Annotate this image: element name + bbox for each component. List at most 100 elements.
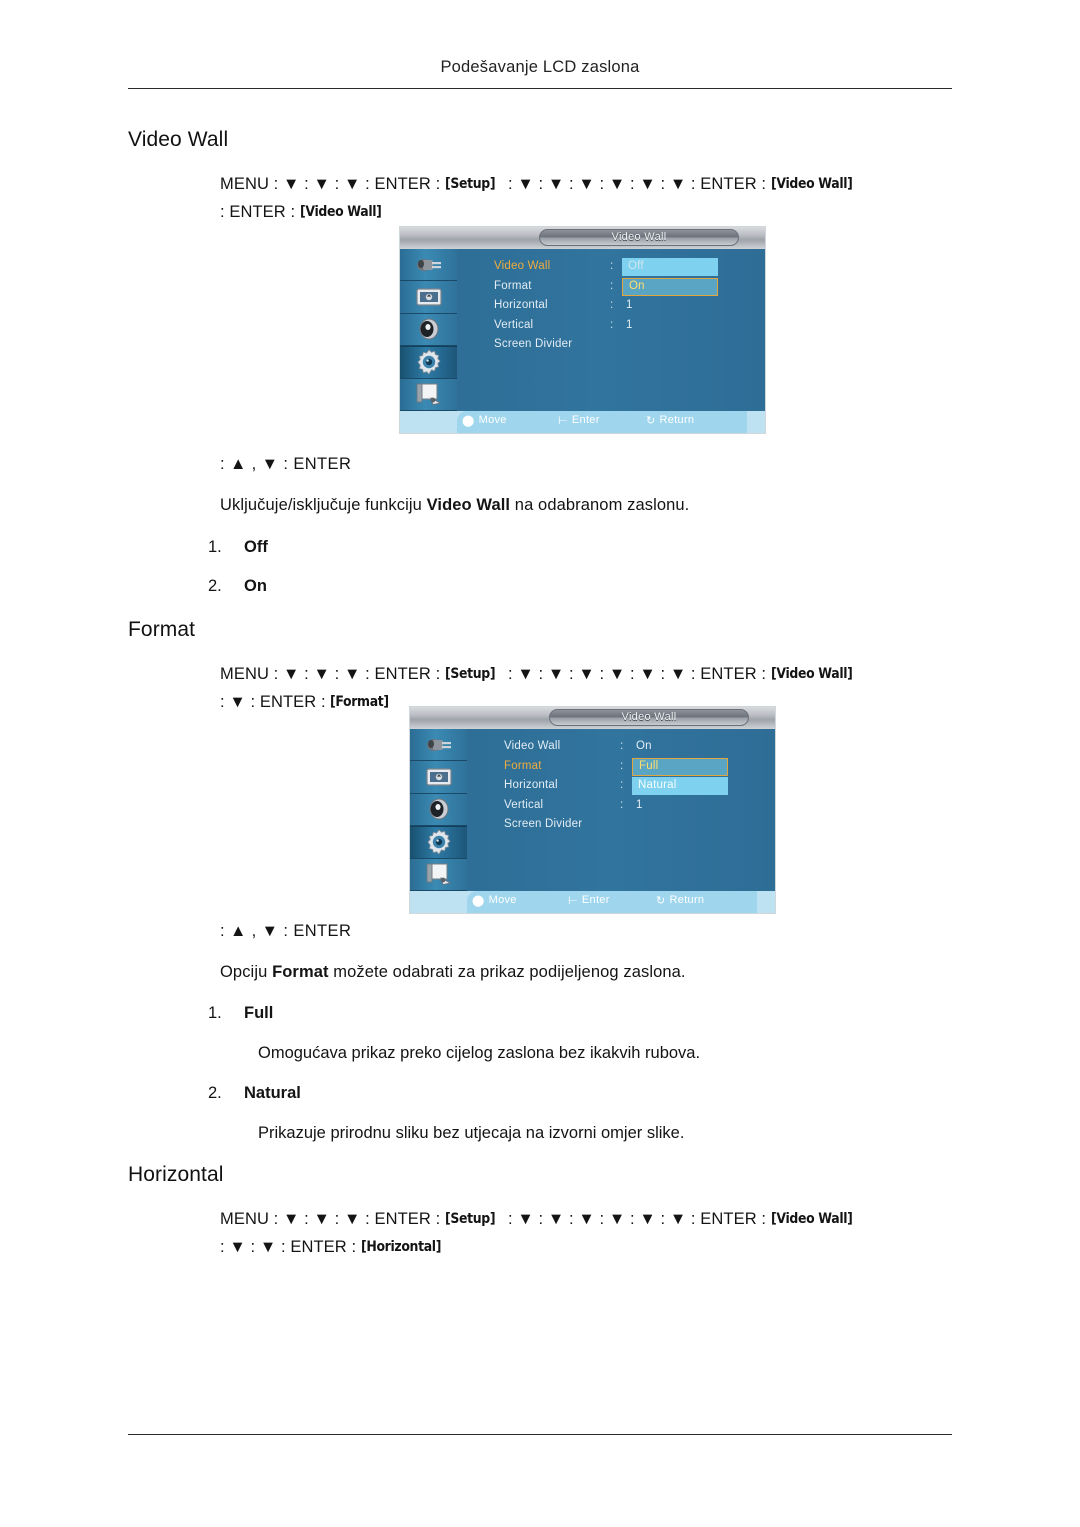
navpath-line1-prefix: MENU : ▼ : ▼ : ▼ : ENTER : [220, 665, 445, 683]
navpath-line2-prefix: : ▼ : ENTER : [220, 693, 331, 711]
navpath-line1-prefix: MENU : ▼ : ▼ : ▼ : ENTER : [220, 175, 445, 193]
osd-footer-enter-label: Enter [571, 414, 600, 426]
description-suffix: na odabranom zaslonu. [510, 496, 690, 514]
osd-footer-move-label: Move [478, 414, 507, 426]
osd-row-label: Vertical [504, 798, 544, 811]
osd-row-value: 1 [626, 318, 633, 331]
osd-body: Video Wall : On Format : Full Horizontal… [410, 729, 775, 891]
osd-footer: ⬤ Move ⊢ Enter ↻ Return [410, 891, 775, 913]
list-item: 1. Full [208, 1004, 273, 1023]
input-source-icon[interactable] [400, 249, 457, 282]
header-rule [128, 88, 952, 89]
list-item-number: 2. [208, 577, 222, 595]
list-item-label: Natural [244, 1084, 301, 1102]
osd-row-colon: : [620, 759, 624, 772]
osd-footer-move-label: Move [488, 894, 517, 906]
list-item-number: 1. [208, 1004, 222, 1022]
osd-titlebar: Video Wall [410, 707, 775, 730]
osd-sidebar [400, 249, 457, 411]
list-item-description: Omogućava prikaz preko cijelog zaslona b… [258, 1044, 701, 1062]
osd-row-value: 1 [636, 798, 643, 811]
navpath-tag-video-wall: [Video Wall] [770, 1211, 853, 1227]
osd-option-natural[interactable]: Natural [632, 777, 728, 795]
list-item-number: 1. [208, 538, 222, 556]
navpath-tag-setup: [Setup] [444, 1211, 496, 1227]
osd-row-label: Vertical [494, 318, 534, 331]
osd-title-text: Video Wall [621, 711, 677, 723]
osd-row-colon: : [620, 798, 624, 811]
osd-row[interactable]: Horizontal : 1 [470, 298, 760, 318]
enter-key-icon: ⊢ [568, 895, 578, 907]
osd-row[interactable]: Screen Divider [470, 337, 760, 357]
osd-body: Video Wall : Off Format : On Horizontal … [400, 249, 765, 411]
input-source-icon[interactable] [410, 729, 467, 762]
osd-footer: ⬤ Move ⊢ Enter ↻ Return [400, 411, 765, 433]
list-item-label: On [244, 577, 267, 595]
osd-footer-return-label: Return [669, 894, 705, 906]
osd-titlebar: Video Wall [400, 227, 765, 250]
osd-option-full[interactable]: Full [632, 757, 728, 776]
osd-screenshot-format: Video Wall Video Wall : On Format: Full… [410, 707, 775, 913]
multi-control-icon[interactable] [410, 859, 467, 891]
enter-key-icon: ⊢ [558, 415, 568, 427]
description-prefix: Opciju [220, 963, 273, 981]
setup-gear-icon[interactable] [410, 826, 467, 859]
picture-icon[interactable] [400, 281, 457, 314]
osd-row-colon: : [610, 299, 614, 311]
description-video-wall: Uključuje/isključuje funkciju Video Wall… [220, 496, 689, 515]
navpath-line2-prefix: : ▼ : ▼ : ENTER : [220, 1238, 361, 1256]
picture-icon[interactable] [410, 761, 467, 794]
list-item: 1. Off [208, 538, 268, 557]
osd-row-label: Video Wall [494, 260, 551, 272]
osd-row-value: On [636, 740, 652, 752]
navpath-line1-mid: : ▼ : ▼ : ▼ : ▼ : ▼ : ▼ : ENTER : [503, 665, 771, 683]
osd-sidebar [410, 729, 467, 891]
osd-row[interactable]: Format : On [470, 277, 760, 299]
return-arrow-icon: ↻ [656, 895, 666, 907]
osd-footer-move: ⬤ Move [472, 894, 517, 907]
navpath-line2-prefix: : ENTER : [220, 203, 300, 221]
osd-option-on[interactable]: On [622, 277, 718, 296]
osd-row-label: Video Wall [504, 740, 561, 752]
osd-title-pill: Video Wall [549, 709, 749, 726]
osd-row-label: Horizontal [494, 299, 548, 311]
osd-row-label: Format [494, 279, 532, 292]
footer-rule [128, 1434, 952, 1435]
osd-footer-enter: ⊢ Enter [568, 894, 610, 907]
enter-line-video-wall: : ▲ , ▼ : ENTER [220, 455, 352, 473]
osd-row[interactable]: Vertical : 1 [480, 798, 770, 818]
multi-control-icon[interactable] [400, 379, 457, 411]
setup-gear-icon[interactable] [400, 346, 457, 379]
list-item: 2. Natural [208, 1084, 301, 1103]
osd-row-colon: : [620, 779, 624, 791]
list-item-description: Prikazuje prirodnu sliku bez utjecaja na… [258, 1124, 685, 1142]
osd-row[interactable]: Video Wall : Off [470, 258, 760, 279]
osd-screenshot-video-wall: Video Wall Video Wall : Off Format: On … [400, 227, 765, 433]
osd-row[interactable]: Horizontal : Natural [480, 777, 770, 798]
navpath-horizontal: MENU : ▼ : ▼ : ▼ : ENTER : [Setup] : ▼ :… [220, 1205, 980, 1261]
navpath-tag-video-wall-2: [Video Wall] [299, 204, 382, 220]
osd-option-off[interactable]: Off [622, 258, 718, 276]
navpath-video-wall: MENU : ▼ : ▼ : ▼ : ENTER : [Setup] : ▼ :… [220, 170, 980, 226]
sound-speaker-icon[interactable] [410, 794, 467, 827]
list-item-label: Off [244, 538, 268, 556]
list-item-label: Full [244, 1004, 274, 1022]
osd-rows: Video Wall : On Format : Full Horizontal… [480, 739, 770, 837]
list-item-number: 2. [208, 1084, 222, 1102]
osd-row[interactable]: Vertical : 1 [470, 318, 760, 338]
osd-footer-return-label: Return [659, 414, 695, 426]
osd-footer-enter-label: Enter [581, 894, 610, 906]
description-emphasis: Format [272, 963, 329, 981]
list-item: 2. On [208, 577, 267, 596]
page-header: Podešavanje LCD zaslona [128, 58, 952, 77]
osd-row-colon: : [610, 279, 614, 292]
navpath-tag-video-wall: [Video Wall] [770, 176, 853, 192]
sound-speaker-icon[interactable] [400, 314, 457, 347]
osd-row-label: Format [504, 759, 542, 772]
osd-row[interactable]: Format : Full [480, 757, 770, 779]
osd-row-label: Horizontal [504, 779, 558, 791]
osd-row-label: Screen Divider [494, 338, 573, 350]
osd-row[interactable]: Video Wall : On [480, 739, 770, 759]
osd-row[interactable]: Screen Divider [480, 817, 770, 837]
osd-footer-return: ↻ Return [656, 894, 704, 907]
